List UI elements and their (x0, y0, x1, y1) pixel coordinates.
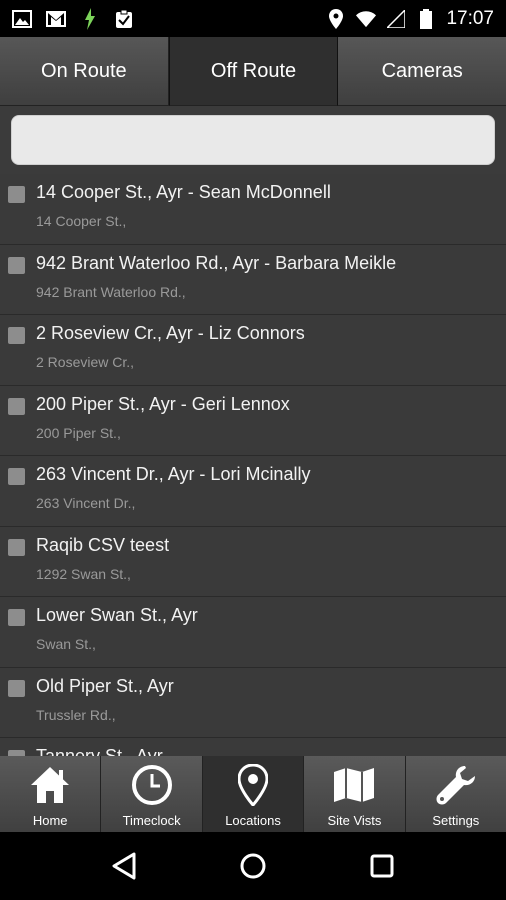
list-item[interactable]: Old Piper St., Ayr Trussler Rd., (0, 667, 506, 738)
checkbox[interactable] (8, 609, 25, 626)
toolbar-label: Settings (432, 813, 480, 828)
search-input[interactable] (11, 115, 495, 165)
wifi-icon (356, 9, 377, 29)
item-title: Old Piper St., Ayr (36, 675, 174, 696)
toolbar-label: Home (32, 813, 68, 828)
item-title: Raqib CSV teest (36, 534, 170, 555)
battery-icon (416, 8, 436, 29)
status-bar: 17:07 (0, 0, 506, 37)
clipboard-check-icon (114, 9, 134, 29)
list-item[interactable]: 200 Piper St., Ayr - Geri Lennox 200 Pip… (0, 385, 506, 456)
toolbar-site-visits-button[interactable]: Site Vists (304, 756, 406, 832)
item-subtitle: 942 Brant Waterloo Rd., (36, 283, 186, 300)
system-nav-bar (0, 832, 506, 900)
wrench-icon (434, 763, 478, 807)
item-title: Lower Swan St., Ayr (36, 605, 198, 625)
checkbox[interactable] (8, 186, 25, 203)
list-item[interactable]: 14 Cooper St., Ayr - Sean McDonnell 14 C… (0, 174, 506, 245)
tab-on-route[interactable]: On Route (0, 37, 169, 106)
list-item[interactable]: Lower Swan St., Ayr Swan St., (0, 597, 506, 668)
toolbar-label: Locations (225, 813, 281, 828)
item-subtitle: Swan St., (36, 636, 96, 652)
item-subtitle: Trussler Rd., (36, 706, 116, 723)
item-title: 2 Roseview Cr., Ayr - Liz Connors (36, 323, 305, 343)
list-item[interactable]: 2 Roseview Cr., Ayr - Liz Connors 2 Rose… (0, 315, 506, 386)
search-bar (0, 106, 506, 174)
route-tabs: On Route Off Route Cameras (0, 37, 506, 106)
item-title: 263 Vincent Dr., Ayr - Lori Mcinally (36, 464, 311, 484)
toolbar-locations-button[interactable]: Locations (202, 756, 305, 832)
list-item[interactable]: 263 Vincent Dr., Ayr - Lori Mcinally 263… (0, 456, 506, 527)
list-item[interactable]: 942 Brant Waterloo Rd., Ayr - Barbara Me… (0, 244, 506, 315)
back-icon[interactable] (104, 846, 144, 886)
toolbar-timeclock-button[interactable]: Timeclock (101, 756, 203, 832)
tab-off-route[interactable]: Off Route (168, 37, 339, 106)
item-title: 942 Brant Waterloo Rd., Ayr - Barbara Me… (36, 252, 397, 273)
home-circle-icon[interactable] (233, 846, 273, 886)
checkbox[interactable] (8, 397, 25, 415)
toolbar-home-button[interactable]: Home (0, 756, 102, 832)
item-subtitle: 2 Roseview Cr., (36, 354, 135, 370)
checkbox[interactable] (8, 327, 25, 344)
map-pin-icon (231, 763, 275, 807)
home-icon (28, 763, 72, 807)
signal-icon (386, 9, 406, 29)
item-subtitle: 14 Cooper St., (36, 213, 127, 229)
toolbar-label: Site Vists (327, 813, 382, 828)
toolbar-label: Timeclock (122, 813, 181, 828)
item-subtitle: 200 Piper St., (36, 424, 121, 441)
checkbox[interactable] (8, 679, 25, 697)
tab-cameras[interactable]: Cameras (338, 37, 506, 106)
list-item[interactable]: Tannery St., Ayr (0, 738, 506, 756)
clock-time: 17:07 (446, 7, 494, 29)
checkbox[interactable] (8, 468, 25, 485)
recents-icon[interactable] (362, 846, 402, 886)
list-item[interactable]: Raqib CSV teest 1292 Swan St., (0, 526, 506, 597)
checkbox[interactable] (8, 256, 25, 274)
checkbox[interactable] (8, 538, 25, 556)
gmail-icon (46, 9, 66, 29)
item-title: 14 Cooper St., Ayr - Sean McDonnell (36, 182, 331, 202)
item-subtitle: 1292 Swan St., (36, 565, 131, 582)
bottom-toolbar: Home Timeclock Locations Site Vists Sett… (0, 756, 506, 832)
item-subtitle: 263 Vincent Dr., (36, 495, 136, 511)
location-list: 14 Cooper St., Ayr - Sean McDonnell 14 C… (0, 174, 506, 756)
battery-bolt-icon (80, 7, 100, 30)
toolbar-settings-button[interactable]: Settings (405, 756, 506, 832)
image-icon (12, 9, 32, 29)
item-title: Tannery St., Ayr (36, 746, 163, 756)
item-title: 200 Piper St., Ayr - Geri Lennox (36, 393, 290, 414)
clock-icon (130, 763, 174, 807)
location-icon (326, 8, 346, 29)
map-icon (332, 763, 376, 807)
